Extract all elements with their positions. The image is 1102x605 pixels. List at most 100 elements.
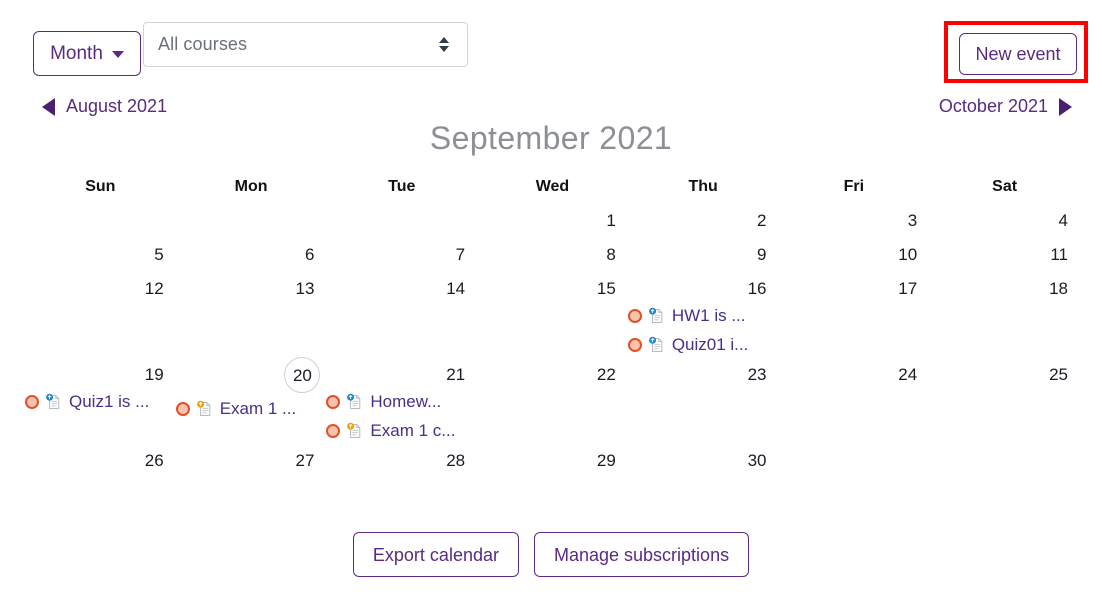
calendar-body: 1 2 3 4 5 6 7 8 9 10 11 12 13 14 15 16 HW1 is ... Quiz01 …	[25, 210, 1080, 484]
calendar-day-cell[interactable]: 24	[779, 364, 930, 450]
calendar-day-number: 15	[596, 279, 616, 298]
select-arrows-icon	[439, 37, 449, 52]
calendar-week-row: 5 6 7 8 9 10 11	[25, 244, 1080, 278]
calendar-footer: Export calendar Manage subscriptions	[0, 532, 1102, 577]
calendar-empty-cell	[779, 450, 930, 484]
course-filter-value: All courses	[158, 34, 248, 54]
calendar-day-cell[interactable]: 19 Quiz1 is ...	[25, 364, 176, 450]
calendar-day-cell[interactable]: 26	[25, 450, 176, 484]
calendar-day-events: Homew... Exam 1 c...	[326, 392, 467, 441]
calendar-day-number: 5	[154, 245, 164, 264]
calendar-day-cell[interactable]: 30	[628, 450, 779, 484]
export-calendar-label: Export calendar	[372, 544, 499, 565]
weekday-header-mon: Mon	[234, 178, 268, 195]
calendar-day-cell[interactable]: 1	[477, 210, 628, 244]
calendar-day-cell[interactable]: 17	[779, 278, 930, 364]
weekday-header-thu: Thu	[688, 178, 718, 195]
calendar-day-cell[interactable]: 18	[929, 278, 1080, 364]
new-event-label: New event	[975, 44, 1061, 64]
calendar-day-cell[interactable]: 5	[25, 244, 176, 278]
calendar-day-cell[interactable]: 27	[176, 450, 327, 484]
calendar-day-number: 25	[1049, 365, 1068, 384]
calendar-event-title: Exam 1 ...	[219, 399, 297, 418]
course-filter-select[interactable]: All courses	[143, 22, 468, 67]
calendar-day-cell[interactable]: 16 HW1 is ... Quiz01 i...	[627, 278, 779, 364]
calendar-day-cell[interactable]: 13	[176, 278, 327, 364]
calendar-grid: Sun Mon Tue Wed Thu Fri Sat 1 2 3 4 5 6 7 8 9 10 1…	[25, 178, 1080, 484]
calendar-day-cell[interactable]: 10	[779, 244, 930, 278]
calendar-event-item[interactable]: HW1 is ...	[627, 306, 769, 326]
calendar-table: Sun Mon Tue Wed Thu Fri Sat 1 2 3 4 5 6 7 8 9 10 1…	[25, 178, 1080, 484]
previous-month-label: August 2021	[66, 96, 168, 116]
manage-subscriptions-button[interactable]: Manage subscriptions	[533, 532, 750, 577]
calendar-day-cell[interactable]: 7	[326, 244, 477, 278]
calendar-day-number: 3	[907, 211, 918, 230]
quiz-icon	[196, 400, 214, 418]
assignment-icon	[648, 336, 666, 354]
calendar-day-number: 28	[446, 451, 466, 470]
calendar-day-cell[interactable]: 20 Exam 1 ...	[175, 357, 327, 450]
view-selector-label: Month	[50, 43, 103, 64]
calendar-day-number: 9	[757, 245, 767, 264]
new-event-button[interactable]: New event	[959, 33, 1077, 75]
weekday-header-sun: Sun	[85, 178, 116, 195]
calendar-day-cell[interactable]: 2	[628, 210, 779, 244]
assignment-icon	[45, 393, 63, 411]
calendar-day-cell[interactable]: 12	[25, 278, 176, 364]
calendar-day-cell[interactable]: 6	[176, 244, 327, 278]
calendar-event-item[interactable]: Homew...	[326, 392, 467, 412]
next-month-link[interactable]: October 2021	[939, 96, 1072, 117]
calendar-day-number: 16	[747, 279, 767, 298]
calendar-week-row: 19 Quiz1 is ... 20 Exam 1 ... 21 Homew... Exam…	[25, 357, 1080, 450]
calendar-event-item[interactable]: Quiz01 i...	[627, 335, 769, 355]
calendar-page: Month All courses New event August 2021 …	[0, 0, 1102, 605]
calendar-day-cell[interactable]: 23	[628, 364, 779, 450]
calendar-day-number: 22	[596, 365, 616, 384]
calendar-day-number: 19	[144, 365, 164, 384]
weekday-header-fri: Fri	[843, 178, 865, 195]
previous-month-link[interactable]: August 2021	[42, 96, 167, 117]
calendar-day-cell[interactable]: 22	[477, 364, 628, 450]
calendar-day-number: 12	[144, 279, 164, 298]
calendar-day-cell[interactable]: 11	[929, 244, 1080, 278]
event-dot-icon	[25, 395, 39, 409]
calendar-day-number: 2	[757, 211, 767, 230]
manage-subscriptions-label: Manage subscriptions	[553, 544, 730, 565]
calendar-day-number: 7	[455, 245, 466, 264]
calendar-day-events: Quiz1 is ...	[25, 392, 166, 412]
calendar-day-number: 6	[304, 245, 315, 264]
event-dot-icon	[627, 338, 642, 352]
calendar-empty-cell	[176, 210, 327, 244]
calendar-day-number: 17	[898, 279, 918, 298]
calendar-day-cell[interactable]: 14	[326, 278, 477, 364]
calendar-day-cell[interactable]: 8	[477, 244, 628, 278]
calendar-day-cell[interactable]: 9	[628, 244, 779, 278]
weekday-header-sat: Sat	[992, 178, 1018, 195]
today-marker-circle: 20	[284, 357, 321, 393]
calendar-day-cell[interactable]: 29	[477, 450, 628, 484]
current-month-title: September 2021	[429, 120, 673, 156]
calendar-day-number: 11	[1050, 245, 1068, 264]
view-selector-month-button[interactable]: Month	[33, 31, 141, 76]
calendar-day-cell[interactable]: 25	[929, 364, 1080, 450]
calendar-event-item[interactable]: Quiz1 is ...	[25, 392, 166, 412]
calendar-day-number: 18	[1049, 279, 1068, 298]
calendar-day-number: 30	[747, 451, 767, 470]
calendar-event-item[interactable]: Exam 1 ...	[175, 399, 317, 419]
calendar-event-item[interactable]: Exam 1 c...	[326, 421, 467, 441]
calendar-empty-cell	[929, 450, 1080, 484]
calendar-day-number: 1	[606, 211, 616, 230]
calendar-day-cell[interactable]: 3	[779, 210, 930, 244]
calendar-day-cell[interactable]: 21 Homew... Exam 1 c...	[326, 364, 477, 450]
weekday-header-row: Sun Mon Tue Wed Thu Fri Sat	[25, 178, 1080, 210]
next-month-label: October 2021	[938, 96, 1048, 116]
calendar-day-cell[interactable]: 28	[326, 450, 477, 484]
calendar-toolbar: Month All courses New event	[0, 0, 1102, 90]
export-calendar-button[interactable]: Export calendar	[352, 532, 519, 577]
assignment-icon	[648, 307, 666, 325]
calendar-day-cell[interactable]: 4	[929, 210, 1080, 244]
calendar-day-number: 4	[1058, 211, 1068, 230]
calendar-day-number: 8	[606, 245, 616, 264]
calendar-day-events: Exam 1 ...	[175, 399, 317, 419]
calendar-day-cell[interactable]: 15	[477, 278, 628, 364]
